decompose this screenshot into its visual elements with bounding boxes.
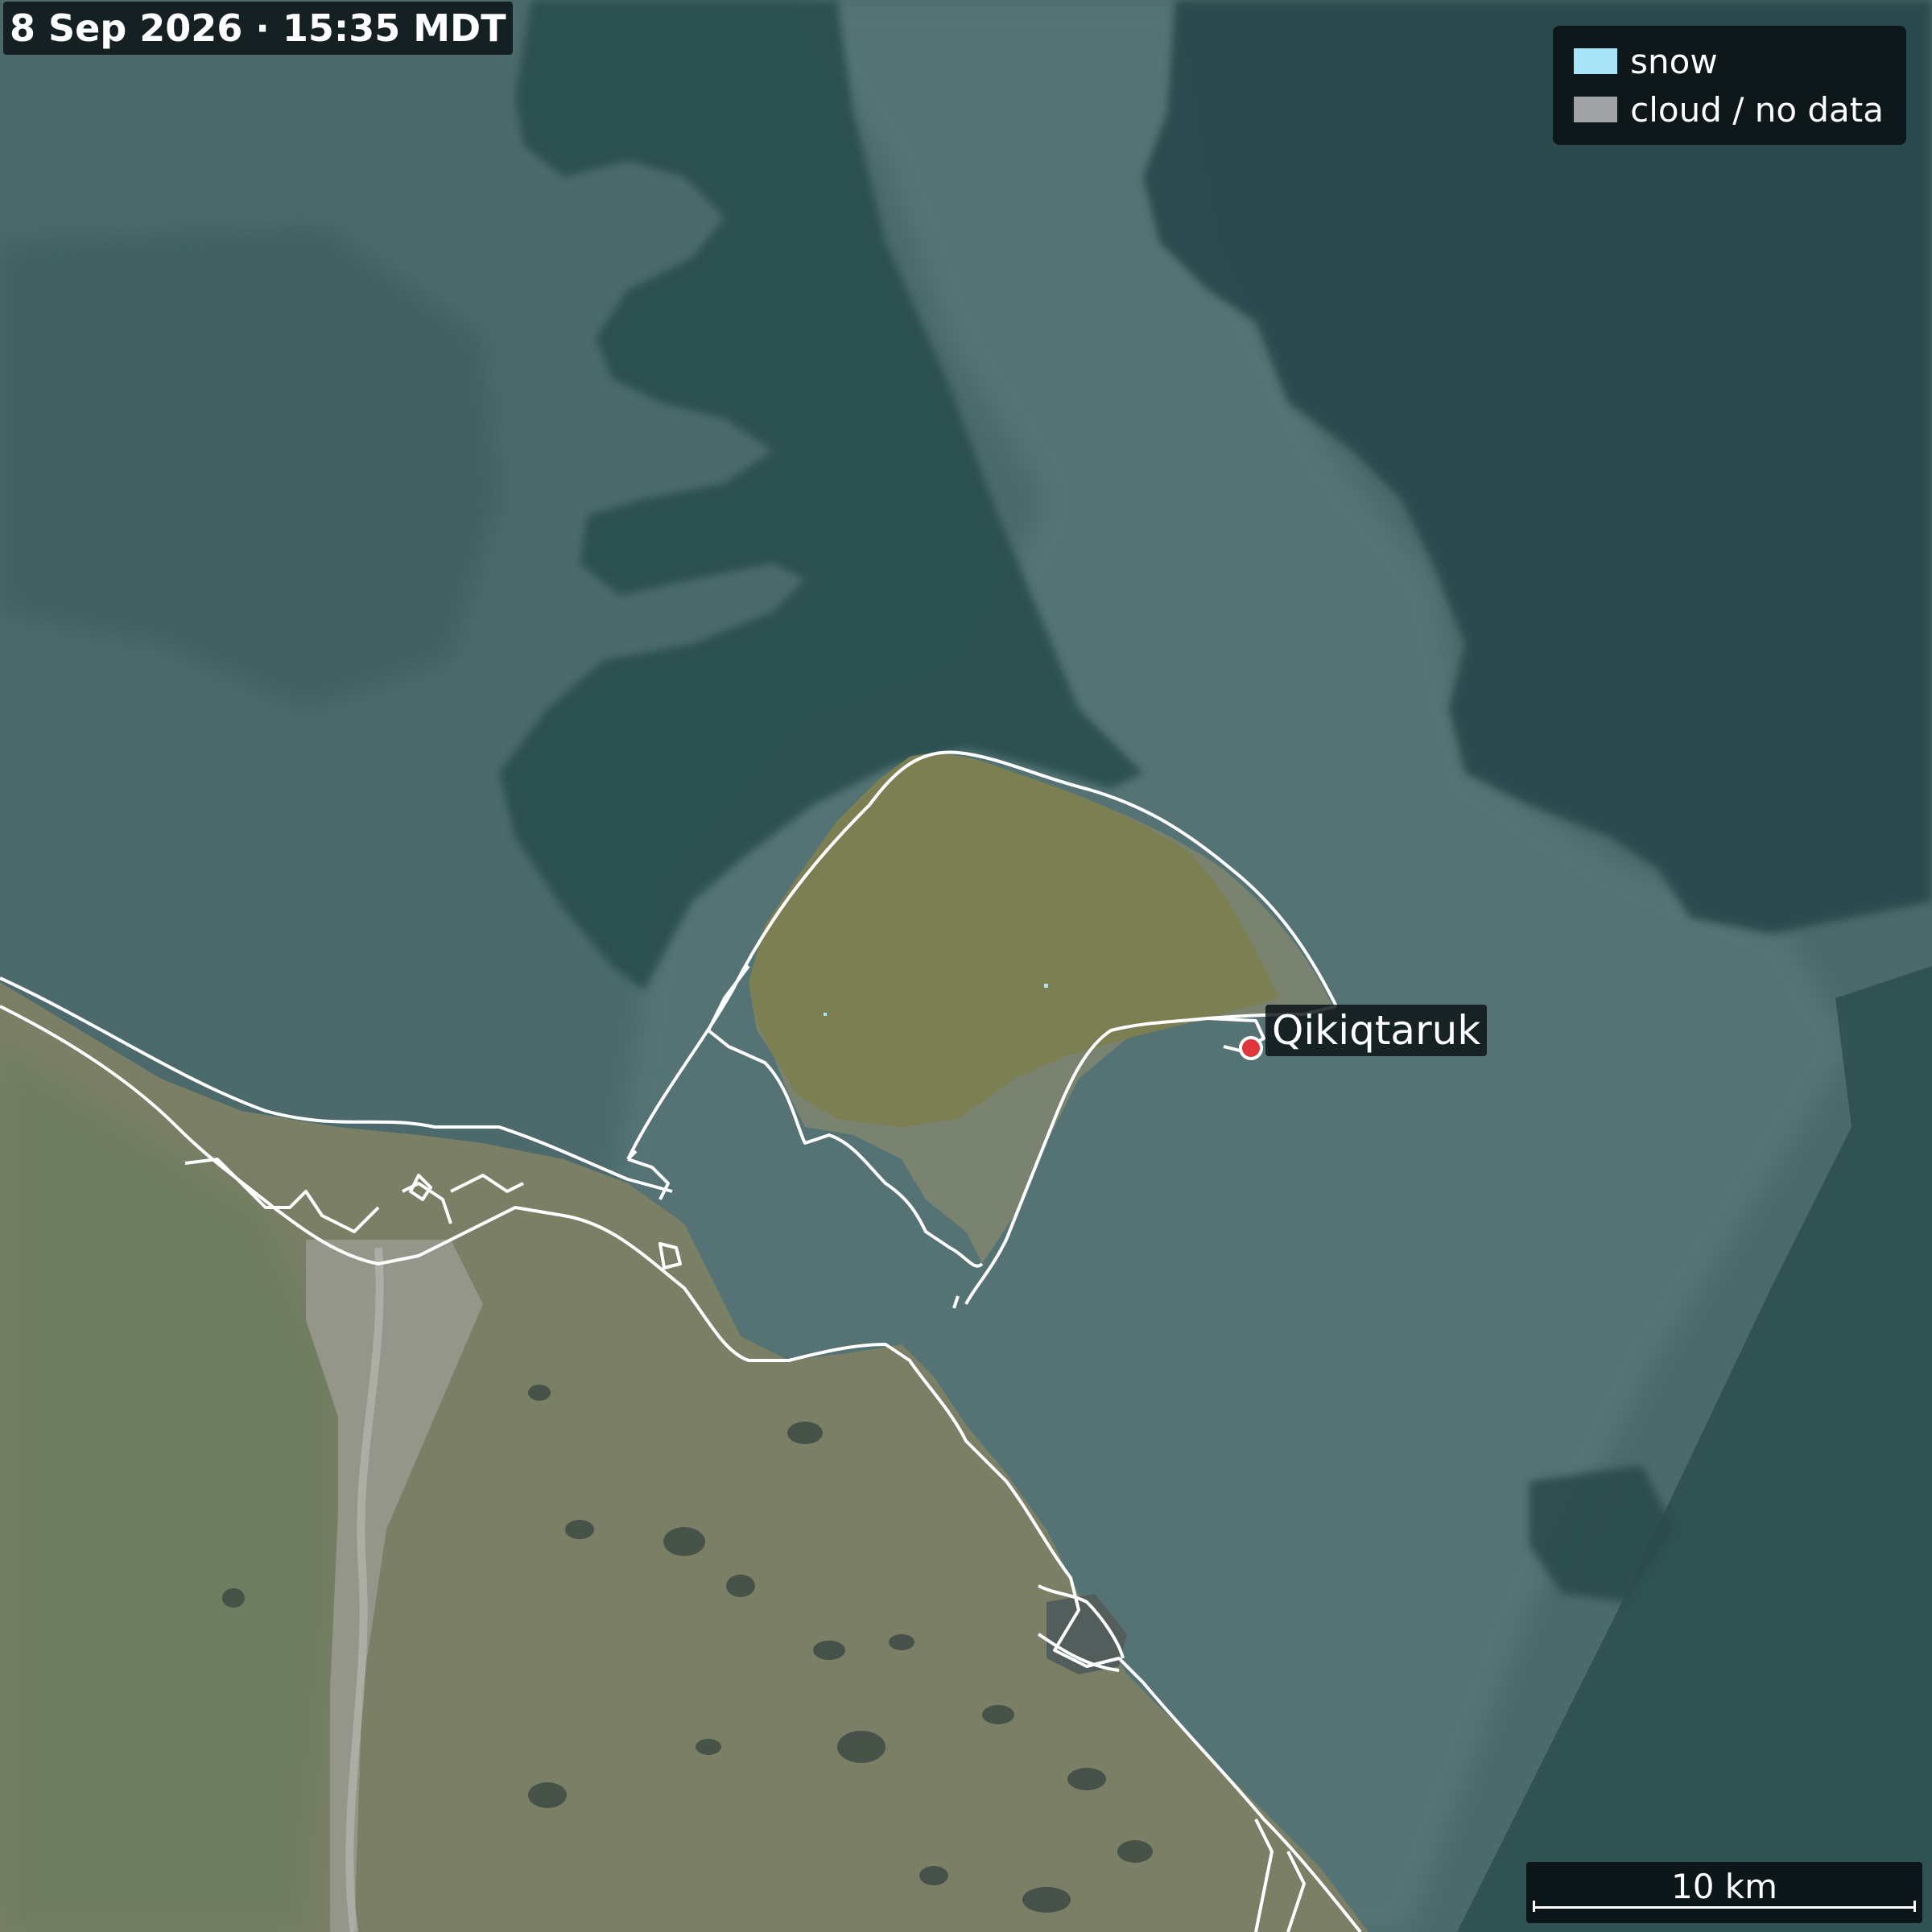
- scale-bar-tick-right: [1913, 1901, 1916, 1912]
- legend-label-cloud: cloud / no data: [1630, 89, 1884, 130]
- timestamp-label: 8 Sep 2026 · 15:35 MDT: [3, 2, 513, 55]
- map-legend: snow cloud / no data: [1553, 26, 1906, 145]
- scale-bar-label: 10 km: [1670, 1867, 1778, 1906]
- legend-swatch-cloud: [1574, 97, 1618, 122]
- legend-item-snow: snow: [1574, 37, 1884, 85]
- scale-bar-tick-left: [1533, 1901, 1535, 1912]
- map-view[interactable]: 8 Sep 2026 · 15:35 MDT snow cloud / no d…: [0, 0, 1932, 1932]
- legend-swatch-snow: [1574, 48, 1618, 74]
- scale-bar: 10 km: [1526, 1862, 1922, 1923]
- satellite-basemap: [0, 0, 1932, 1932]
- place-label-qikiqtaruk: Qikiqtaruk: [1265, 1005, 1488, 1056]
- qikiqtaruk-marker[interactable]: [1239, 1036, 1263, 1060]
- legend-item-cloud: cloud / no data: [1574, 85, 1884, 134]
- scale-bar-line: [1533, 1906, 1916, 1909]
- legend-label-snow: snow: [1630, 41, 1718, 81]
